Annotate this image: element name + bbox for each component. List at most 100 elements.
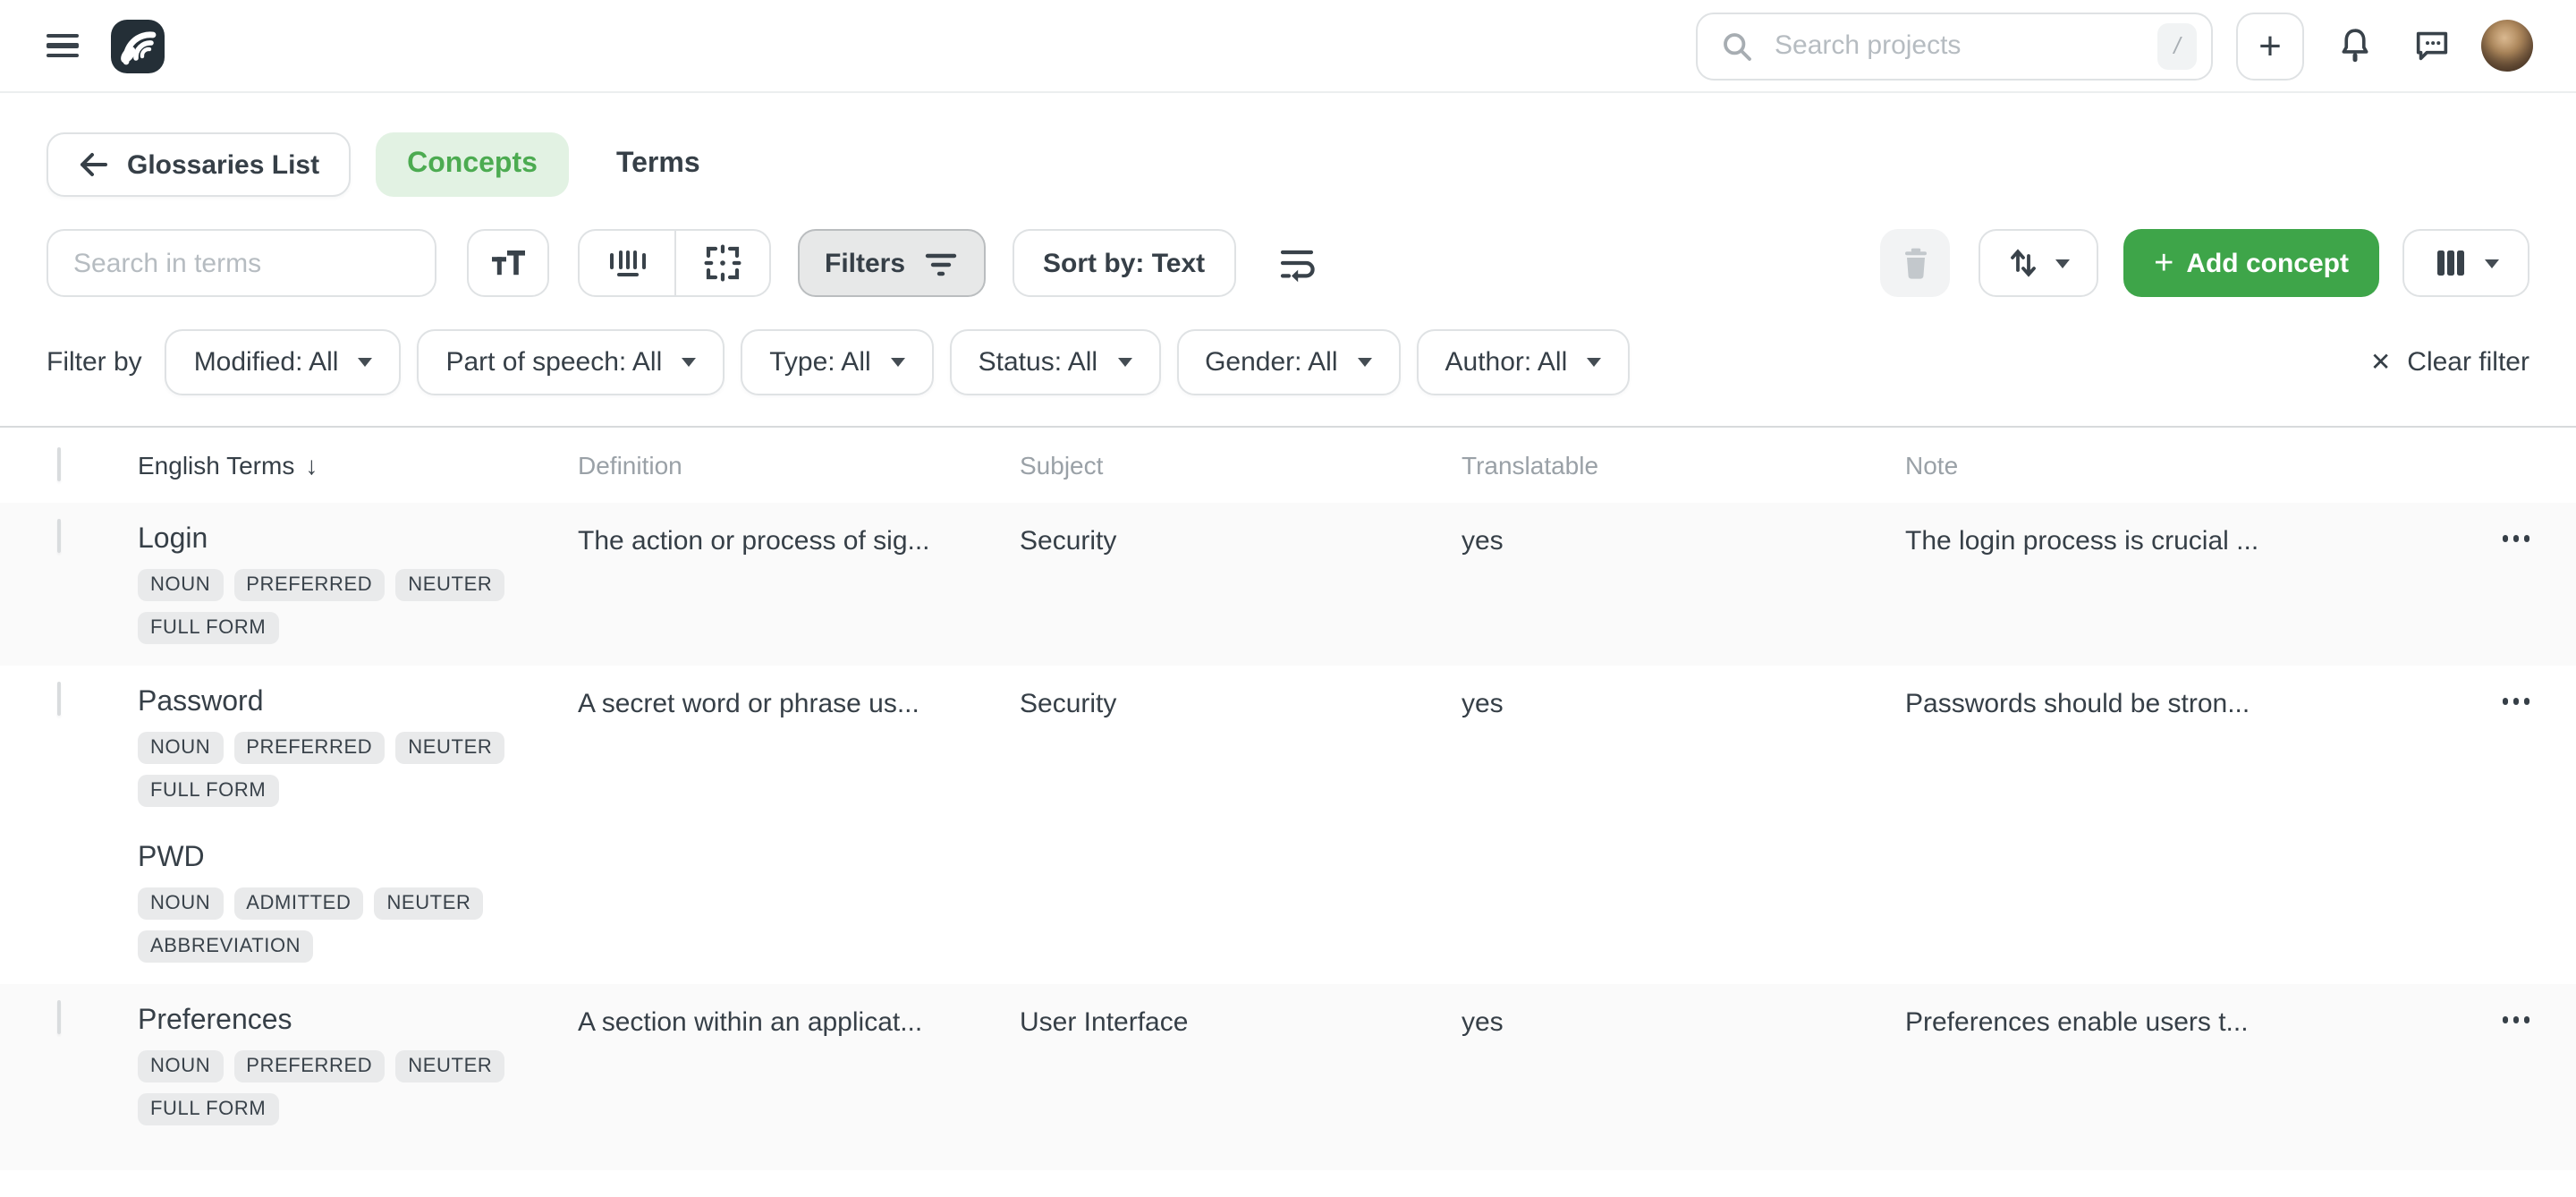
table-row[interactable]: Preferences NOUN PREFERRED NEUTER FULL F…: [0, 984, 2576, 1170]
search-projects-input[interactable]: [1771, 29, 2157, 63]
whole-word-icon: [604, 242, 650, 284]
back-to-glossaries-button[interactable]: Glossaries List: [47, 132, 350, 197]
back-label: Glossaries List: [127, 149, 319, 180]
bell-icon: [2334, 25, 2375, 66]
user-avatar[interactable]: [2481, 20, 2533, 72]
term-badges: NOUN PREFERRED NEUTER FULL FORM: [138, 732, 522, 807]
badge-status: PREFERRED: [233, 1050, 385, 1082]
badge-part-of-speech: NOUN: [138, 732, 223, 764]
glossary-concepts-page: / +: [0, 0, 2576, 1197]
search-icon: [1719, 28, 1755, 64]
chevron-down-icon: [358, 358, 372, 367]
column-header-translatable[interactable]: Translatable: [1462, 451, 1905, 480]
row-menu-button[interactable]: [2463, 1002, 2529, 1023]
row-menu-button[interactable]: [2463, 683, 2529, 704]
row-checkbox[interactable]: [57, 682, 61, 716]
app-logo[interactable]: [111, 19, 165, 72]
notifications-button[interactable]: [2327, 19, 2381, 72]
term-badges: NOUN ADMITTED NEUTER ABBREVIATION: [138, 887, 522, 963]
concepts-table: English Terms ↓ Definition Subject Trans…: [0, 426, 2576, 1170]
chevron-down-icon: [1117, 358, 1131, 367]
feedback-chat-button[interactable]: [2404, 19, 2458, 72]
clear-filter-label: Clear filter: [2407, 347, 2529, 378]
sort-up-down-icon: [2007, 245, 2039, 281]
badge-gender: NEUTER: [395, 569, 504, 601]
definition-cell: A section within an applicat...: [578, 1002, 1020, 1041]
columns-visibility-button[interactable]: [2402, 229, 2529, 297]
filter-author-label: Author: All: [1445, 347, 1568, 378]
filter-by-label: Filter by: [47, 347, 142, 378]
add-concept-label: Add concept: [2186, 248, 2349, 278]
term-name[interactable]: Preferences: [138, 1002, 578, 1040]
column-header-definition[interactable]: Definition: [578, 451, 1020, 480]
row-checkbox[interactable]: [57, 1000, 61, 1034]
filter-author[interactable]: Author: All: [1417, 329, 1631, 395]
term-badges: NOUN PREFERRED NEUTER FULL FORM: [138, 569, 522, 644]
filter-modified-label: Modified: All: [194, 347, 339, 378]
filter-lines-icon: [923, 247, 959, 279]
top-bar: / +: [0, 0, 2576, 93]
term-name[interactable]: PWD: [138, 839, 578, 877]
english-terms-header-label: English Terms: [138, 451, 294, 480]
delete-selected-button[interactable]: [1880, 229, 1950, 297]
table-row[interactable]: Password NOUN PREFERRED NEUTER FULL FORM…: [0, 666, 2576, 984]
badge-term-type: FULL FORM: [138, 775, 278, 807]
whole-word-button[interactable]: [580, 231, 674, 295]
row-menu-button[interactable]: [2463, 521, 2529, 541]
term-cell: Login NOUN PREFERRED NEUTER FULL FORM: [138, 521, 578, 644]
badge-term-type: ABBREVIATION: [138, 930, 313, 963]
chevron-down-icon: [1358, 358, 1372, 367]
wrap-text-icon: [1276, 243, 1319, 283]
filter-gender[interactable]: Gender: All: [1176, 329, 1400, 395]
create-new-button[interactable]: +: [2236, 12, 2304, 80]
filters-button[interactable]: Filters: [798, 229, 986, 297]
match-case-button[interactable]: [467, 229, 549, 297]
badge-part-of-speech: NOUN: [138, 1050, 223, 1082]
exact-match-button[interactable]: [674, 231, 769, 295]
columns-icon: [2434, 247, 2466, 279]
hamburger-menu-icon[interactable]: [47, 34, 79, 57]
terms-search-box[interactable]: [47, 229, 436, 297]
translatable-cell: yes: [1462, 683, 1905, 723]
table-row[interactable]: Login NOUN PREFERRED NEUTER FULL FORM Th…: [0, 503, 2576, 666]
filter-type[interactable]: Type: All: [741, 329, 933, 395]
chat-bubble-icon: [2411, 25, 2452, 66]
project-search-box[interactable]: /: [1696, 12, 2213, 80]
add-concept-button[interactable]: + Add concept: [2123, 229, 2379, 297]
selection-target-icon: [699, 240, 746, 286]
term-badges: NOUN PREFERRED NEUTER FULL FORM: [138, 1050, 522, 1125]
wrap-text-button[interactable]: [1267, 229, 1328, 297]
select-all-checkbox[interactable]: [57, 447, 61, 481]
match-case-icon: [487, 243, 530, 283]
column-header-subject[interactable]: Subject: [1020, 451, 1462, 480]
filter-part-of-speech[interactable]: Part of speech: All: [417, 329, 724, 395]
translatable-cell: yes: [1462, 1002, 1905, 1041]
filter-row: Filter by Modified: All Part of speech: …: [47, 329, 2529, 395]
badge-gender: NEUTER: [395, 732, 504, 764]
column-header-english-terms[interactable]: English Terms ↓: [138, 451, 578, 480]
table-header-row: English Terms ↓ Definition Subject Trans…: [0, 428, 2576, 503]
filter-status[interactable]: Status: All: [950, 329, 1160, 395]
column-header-note[interactable]: Note: [1905, 451, 2463, 480]
tab-terms[interactable]: Terms: [595, 132, 722, 197]
badge-part-of-speech: NOUN: [138, 887, 223, 920]
filter-modified[interactable]: Modified: All: [165, 329, 402, 395]
badge-status: PREFERRED: [233, 569, 385, 601]
term-name[interactable]: Login: [138, 521, 578, 558]
sort-direction-button[interactable]: [1979, 229, 2098, 297]
filter-part-of-speech-label: Part of speech: All: [445, 347, 662, 378]
tab-concepts[interactable]: Concepts: [375, 132, 570, 197]
search-terms-input[interactable]: [70, 246, 413, 280]
row-checkbox[interactable]: [57, 519, 61, 553]
clear-filter-button[interactable]: ✕ Clear filter: [2370, 347, 2529, 378]
term-name[interactable]: Password: [138, 683, 578, 721]
subject-cell: Security: [1020, 521, 1462, 560]
chevron-down-icon: [2055, 259, 2070, 267]
sort-by-button[interactable]: Sort by: Text: [1013, 229, 1235, 297]
badge-gender: NEUTER: [374, 887, 483, 920]
search-mode-group: [578, 229, 771, 297]
note-cell: Preferences enable users t...: [1905, 1002, 2463, 1041]
plus-icon: +: [2154, 246, 2174, 280]
toolbar-right-actions: + Add concept: [1880, 229, 2529, 297]
topbar-actions: / +: [1696, 12, 2533, 80]
